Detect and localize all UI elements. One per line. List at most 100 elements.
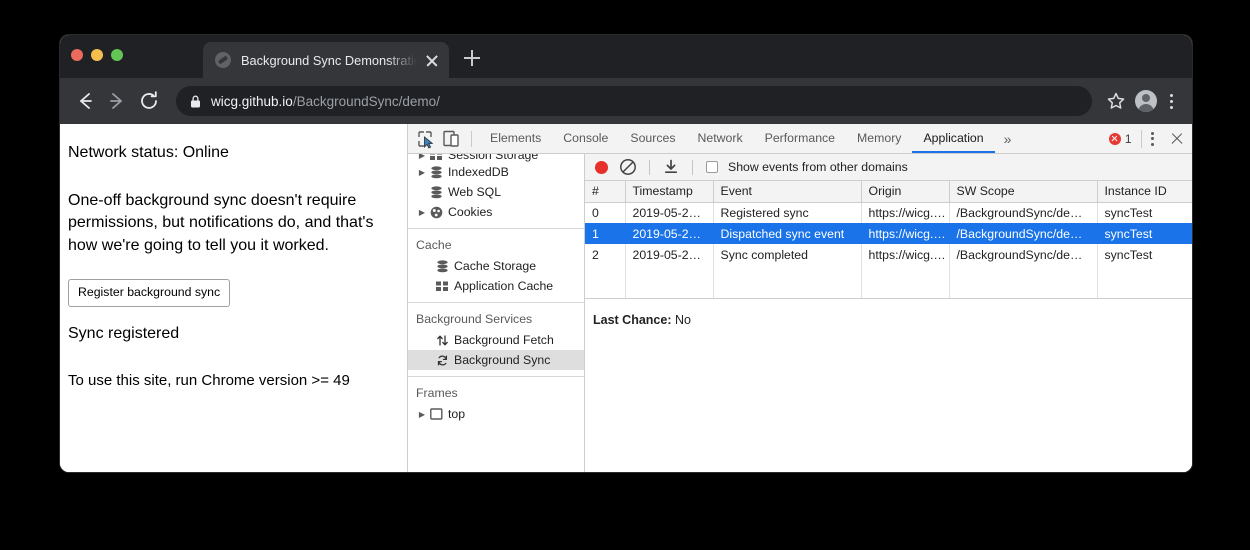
sync-status-text: Sync registered	[68, 323, 391, 346]
register-background-sync-button[interactable]: Register background sync	[68, 279, 230, 307]
star-icon[interactable]	[1102, 87, 1130, 115]
column-header-origin[interactable]: Origin	[861, 181, 949, 202]
chevron-right-icon[interactable]: ▶	[416, 410, 428, 419]
sidebar-label: IndexedDB	[448, 165, 509, 179]
inspect-element-icon[interactable]	[412, 126, 438, 152]
panel-toolbar: Show events from other domains	[585, 154, 1192, 181]
cell-timestamp: 2019-05-2…	[625, 223, 713, 244]
close-window-button[interactable]	[71, 49, 83, 61]
table-row[interactable]: 1 2019-05-2… Dispatched sync event https…	[585, 223, 1192, 244]
tab-console[interactable]: Console	[552, 124, 619, 153]
sidebar-header-background-services: Background Services	[408, 303, 584, 330]
window-controls	[71, 49, 123, 61]
cell-timestamp: 2019-05-2…	[625, 244, 713, 265]
detail-label: Last Chance:	[593, 313, 672, 327]
sidebar-item-indexeddb[interactable]: ▶ IndexedDB	[408, 162, 584, 182]
show-other-domains-label: Show events from other domains	[728, 160, 908, 174]
back-arrow-icon[interactable]	[70, 86, 100, 116]
database-icon	[428, 166, 445, 179]
cell-num: 1	[585, 223, 625, 244]
avatar-icon[interactable]	[1132, 87, 1160, 115]
sidebar-item-background-fetch[interactable]: Background Fetch	[408, 330, 584, 350]
tab-sources[interactable]: Sources	[619, 124, 686, 153]
devtools-tab-bar: Elements Console Sources Network Perform…	[408, 124, 1192, 154]
sidebar-item-top-frame[interactable]: ▶ top	[408, 404, 584, 424]
toolbar-divider	[649, 160, 650, 175]
chevron-right-icon[interactable]: ▶	[416, 154, 428, 160]
table-header-row: # Timestamp Event Origin SW Scope Instan…	[585, 181, 1192, 202]
more-tabs-icon[interactable]: »	[995, 131, 1021, 147]
sidebar-item-cache-storage[interactable]: Cache Storage	[408, 256, 584, 276]
browser-tab[interactable]: Background Sync Demonstration	[203, 42, 449, 78]
tab-performance[interactable]: Performance	[754, 124, 846, 153]
reload-icon[interactable]	[134, 86, 164, 116]
cell-num: 0	[585, 202, 625, 223]
events-table: # Timestamp Event Origin SW Scope Instan…	[585, 181, 1192, 298]
sidebar-label: Background Fetch	[454, 333, 554, 347]
column-header-event[interactable]: Event	[713, 181, 861, 202]
forward-arrow-icon[interactable]	[102, 86, 132, 116]
error-count-label: 1	[1125, 132, 1132, 146]
database-icon	[428, 186, 445, 199]
cell-timestamp: 2019-05-2…	[625, 202, 713, 223]
download-icon[interactable]	[661, 157, 681, 177]
error-count-badge[interactable]: 1	[1109, 132, 1141, 146]
column-header-num[interactable]: #	[585, 181, 625, 202]
sidebar-item-web-sql[interactable]: ▶ Web SQL	[408, 182, 584, 202]
tab-title: Background Sync Demonstration	[241, 53, 419, 68]
devtools-panel: Elements Console Sources Network Perform…	[408, 124, 1192, 472]
kebab-menu-icon[interactable]	[1162, 87, 1182, 115]
sidebar-label: Session Storage	[448, 154, 538, 162]
devtools-menu-icon[interactable]	[1142, 126, 1164, 152]
cell-instance-id: syncTest	[1097, 244, 1192, 265]
network-status-text: Network status: Online	[68, 142, 391, 165]
sidebar-item-session-storage[interactable]: ▶ Session Storage	[408, 154, 584, 162]
chevron-right-icon[interactable]: ▶	[416, 208, 428, 217]
new-tab-button[interactable]	[459, 45, 485, 71]
sidebar-item-cookies[interactable]: ▶ Cookies	[408, 202, 584, 222]
application-sidebar: ▶ Session Storage ▶ IndexedDB	[408, 154, 585, 472]
web-page-content: Network status: Online One-off backgroun…	[60, 124, 408, 472]
tab-elements[interactable]: Elements	[479, 124, 552, 153]
cell-event: Registered sync	[713, 202, 861, 223]
column-header-timestamp[interactable]: Timestamp	[625, 181, 713, 202]
table-row[interactable]: 2 2019-05-2… Sync completed https://wicg…	[585, 244, 1192, 265]
sidebar-item-background-sync[interactable]: Background Sync	[408, 350, 584, 370]
lock-icon	[190, 95, 201, 108]
cell-origin: https://wicg.…	[861, 244, 949, 265]
browser-toolbar: wicg.github.io/BackgroundSync/demo/	[60, 78, 1192, 124]
address-bar[interactable]: wicg.github.io/BackgroundSync/demo/	[176, 86, 1092, 116]
cell-sw-scope: /BackgroundSync/de…	[949, 223, 1097, 244]
device-toolbar-icon[interactable]	[438, 126, 464, 152]
close-icon[interactable]	[421, 49, 443, 71]
tab-memory[interactable]: Memory	[846, 124, 912, 153]
column-header-sw-scope[interactable]: SW Scope	[949, 181, 1097, 202]
sidebar-item-application-cache[interactable]: Application Cache	[408, 276, 584, 296]
url-text: wicg.github.io/BackgroundSync/demo/	[211, 94, 440, 109]
updown-arrows-icon	[434, 334, 451, 347]
devtools-close-icon[interactable]	[1164, 126, 1190, 152]
tab-network[interactable]: Network	[687, 124, 754, 153]
minimize-window-button[interactable]	[91, 49, 103, 61]
toolbar-divider-2	[692, 160, 693, 175]
frame-icon	[428, 408, 445, 420]
background-sync-panel: Show events from other domains #	[585, 154, 1192, 472]
tab-application[interactable]: Application	[912, 124, 994, 153]
table-empty-row	[585, 265, 1192, 298]
show-other-domains-checkbox[interactable]	[706, 161, 718, 173]
globe-icon	[215, 52, 231, 68]
devtools-body: ▶ Session Storage ▶ IndexedDB	[408, 154, 1192, 472]
cell-event: Dispatched sync event	[713, 223, 861, 244]
table-row[interactable]: 0 2019-05-2… Registered sync https://wic…	[585, 202, 1192, 223]
cell-instance-id: syncTest	[1097, 202, 1192, 223]
maximize-window-button[interactable]	[111, 49, 123, 61]
chevron-right-icon[interactable]: ▶	[416, 168, 428, 177]
tab-strip: Background Sync Demonstration	[60, 35, 1192, 78]
clear-icon[interactable]	[618, 157, 638, 177]
sidebar-header-frames: Frames	[408, 377, 584, 404]
record-button[interactable]	[595, 161, 608, 174]
error-icon	[1109, 133, 1121, 145]
column-header-instance-id[interactable]: Instance ID	[1097, 181, 1192, 202]
database-icon	[434, 260, 451, 273]
sidebar-label: top	[448, 407, 465, 421]
